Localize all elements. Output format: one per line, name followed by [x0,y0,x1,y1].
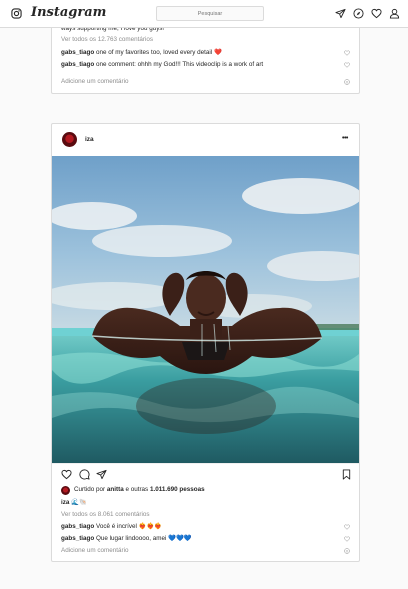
likes-count[interactable]: 1.011.690 pessoas [150,486,205,493]
comment-like-icon[interactable] [344,50,350,56]
avatar[interactable] [62,132,77,147]
heart-icon[interactable] [371,8,382,19]
post-photo[interactable] [52,156,359,463]
direct-icon[interactable] [335,8,346,19]
profile-icon[interactable] [389,8,400,19]
comment-icon[interactable] [79,469,90,480]
instagram-glyph-icon[interactable] [11,8,22,19]
more-options-icon[interactable]: ••• [342,135,348,143]
view-all-comments-link[interactable]: Ver todos os 12.763 comentários [61,36,153,44]
liked-prefix: Curtido por [74,486,106,493]
liked-connector: e outras [125,486,149,493]
post-card: iza ••• Curtido por anitta e outras 1.01… [51,123,360,562]
save-icon[interactable] [341,469,352,480]
like-icon[interactable] [61,469,72,480]
caption-username[interactable]: iza [61,499,69,506]
instagram-wordmark[interactable]: Instagram [31,5,106,20]
pool-photo-illustration [52,156,359,463]
comment-text: Você é incrível ❤️‍🔥❤️‍🔥❤️‍🔥 [96,523,163,530]
comment-text: one of my favorites too, loved every det… [96,49,222,56]
comment-username[interactable]: gabs_tiago [61,61,94,68]
comment-username[interactable]: gabs_tiago [61,535,94,542]
comment-like-icon[interactable] [344,524,350,530]
top-navigation-bar: Instagram [0,0,408,28]
caption-text: 🌊🐚 [71,499,87,506]
emoji-icon[interactable] [344,548,350,554]
explore-icon[interactable] [353,8,364,19]
comment-like-icon[interactable] [344,536,350,542]
view-all-comments-link[interactable]: Ver todos os 8.061 comentários [61,511,150,519]
comment-username[interactable]: gabs_tiago [61,523,94,530]
liked-user[interactable]: anitta [107,486,124,493]
add-comment-input[interactable]: Adicione um comentário [61,547,129,555]
comment-like-icon[interactable] [344,62,350,68]
comment: gabs_tiago Que lugar lindoooo, amei 💙💙💙 [61,535,192,543]
liked-by-text: Curtido por anitta e outras 1.011.690 pe… [74,486,205,494]
caption: iza 🌊🐚 [61,499,87,507]
comment: gabs_tiago one comment: ohhh my God!!! T… [61,61,263,69]
add-comment-input[interactable]: Adicione um comentário [61,78,129,86]
comment-username[interactable]: gabs_tiago [61,49,94,56]
emoji-icon[interactable] [344,79,350,85]
comment: gabs_tiago Você é incrível ❤️‍🔥❤️‍🔥❤️‍🔥 [61,523,162,531]
liked-by-avatar[interactable] [61,486,70,495]
post-username[interactable]: iza [85,136,94,144]
comment-text: Que lugar lindoooo, amei 💙💙💙 [96,535,192,542]
share-icon[interactable] [96,469,107,480]
comment: gabs_tiago one of my favorites too, love… [61,49,222,57]
comment-text: one comment: ohhh my God!!! This videocl… [96,61,264,68]
search-input[interactable] [156,6,264,21]
